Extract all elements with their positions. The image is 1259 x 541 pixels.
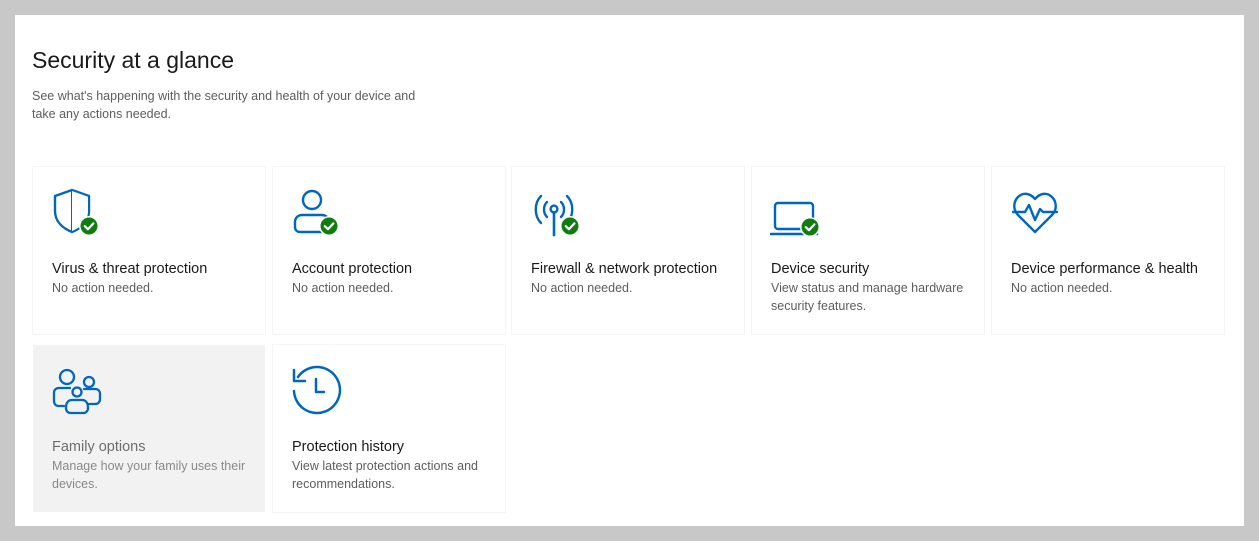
tile-description: No action needed. (292, 281, 394, 295)
history-clock-icon (291, 365, 347, 421)
tile-description: No action needed. (52, 281, 154, 295)
tile-device-security[interactable]: Device security View status and manage h… (752, 167, 984, 334)
family-icon (51, 365, 107, 421)
person-icon (291, 187, 347, 243)
tile-title: Virus & threat protection (52, 261, 208, 277)
tile-description: View latest protection actions and recom… (292, 459, 478, 491)
page-subtitle: See what's happening with the security a… (32, 89, 416, 121)
shield-icon (51, 187, 107, 243)
tile-title: Device security (771, 261, 870, 277)
tile-title: Family options (52, 439, 146, 455)
tile-family-options[interactable]: Family options Manage how your family us… (33, 345, 265, 512)
page-title: Security at a glance (32, 47, 235, 73)
security-window: Security at a glance See what's happenin… (15, 15, 1244, 526)
tile-description: Manage how your family uses their device… (52, 459, 246, 491)
tile-description: No action needed. (1011, 281, 1113, 295)
tile-firewall-network-protection[interactable]: Firewall & network protection No action … (512, 167, 744, 334)
tile-title: Firewall & network protection (531, 261, 718, 277)
tile-device-performance-health[interactable]: Device performance & health No action ne… (992, 167, 1224, 334)
tile-protection-history[interactable]: Protection history View latest protectio… (273, 345, 505, 512)
tile-title: Protection history (292, 439, 405, 455)
laptop-icon (770, 187, 826, 243)
tile-virus-threat-protection[interactable]: Virus & threat protection No action need… (33, 167, 265, 334)
tile-account-protection[interactable]: Account protection No action needed. (273, 167, 505, 334)
tile-title: Account protection (292, 261, 413, 277)
antenna-icon (530, 187, 586, 243)
tile-title: Device performance & health (1011, 261, 1198, 277)
tile-description: No action needed. (531, 281, 633, 295)
tile-description: View status and manage hardware security… (771, 281, 964, 313)
heart-pulse-icon (1010, 187, 1066, 243)
